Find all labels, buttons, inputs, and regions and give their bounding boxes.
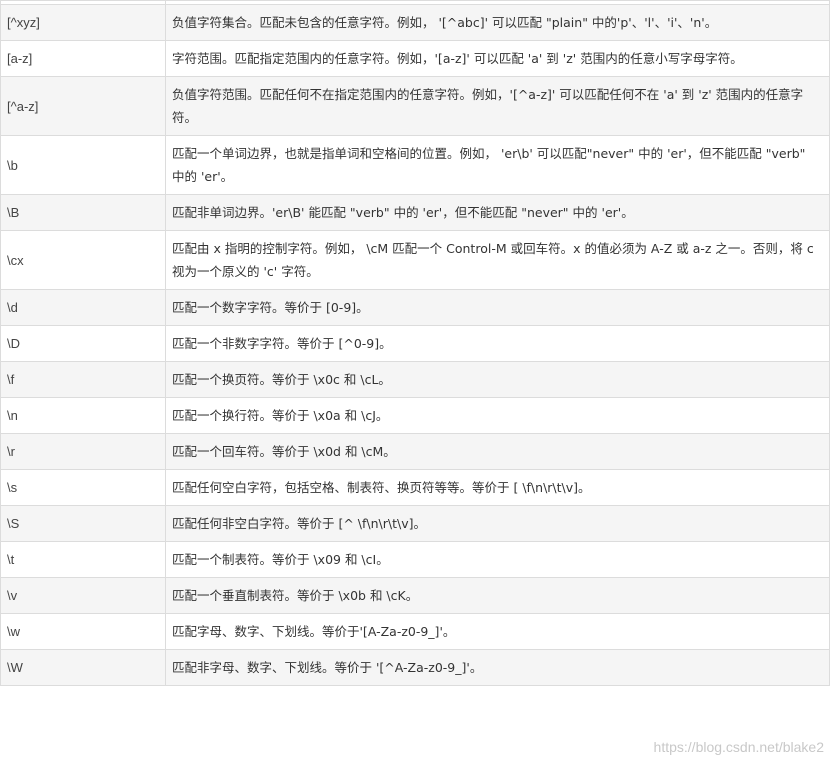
regex-desc-cell: 匹配非字母、数字、下划线。等价于 '[^A-Za-z0-9_]'。 xyxy=(165,649,830,686)
regex-desc-cell: 匹配一个制表符。等价于 \x09 和 \cI。 xyxy=(165,541,830,578)
regex-char-cell: \W xyxy=(0,649,166,686)
table-row: \S 匹配任何非空白字符。等价于 [^ \f\n\r\t\v]。 xyxy=(0,505,830,542)
table-row: \r 匹配一个回车符。等价于 \x0d 和 \cM。 xyxy=(0,433,830,470)
regex-desc-cell: 匹配一个换页符。等价于 \x0c 和 \cL。 xyxy=(165,361,830,398)
regex-reference-table: [^xyz] 负值字符集合。匹配未包含的任意字符。例如， '[^abc]' 可以… xyxy=(0,0,830,686)
regex-char-cell: \B xyxy=(0,194,166,231)
regex-char-cell: \n xyxy=(0,397,166,434)
regex-desc-cell: 匹配一个数字字符。等价于 [0-9]。 xyxy=(165,289,830,326)
regex-desc-cell: 匹配非单词边界。'er\B' 能匹配 "verb" 中的 'er'，但不能匹配 … xyxy=(165,194,830,231)
regex-desc-cell: 负值字符集合。匹配未包含的任意字符。例如， '[^abc]' 可以匹配 "pla… xyxy=(165,4,830,41)
regex-char-cell: \S xyxy=(0,505,166,542)
regex-desc-cell: 匹配任何非空白字符。等价于 [^ \f\n\r\t\v]。 xyxy=(165,505,830,542)
regex-desc-cell: 匹配字母、数字、下划线。等价于'[A-Za-z0-9_]'。 xyxy=(165,613,830,650)
table-row: \cx 匹配由 x 指明的控制字符。例如， \cM 匹配一个 Control-M… xyxy=(0,230,830,290)
regex-desc-cell: 负值字符范围。匹配任何不在指定范围内的任意字符。例如，'[^a-z]' 可以匹配… xyxy=(165,76,830,136)
regex-desc-cell: 匹配一个换行符。等价于 \x0a 和 \cJ。 xyxy=(165,397,830,434)
regex-char-cell: \f xyxy=(0,361,166,398)
regex-char-cell: [a-z] xyxy=(0,40,166,77)
regex-char-cell: \cx xyxy=(0,230,166,290)
table-row: \D 匹配一个非数字字符。等价于 [^0-9]。 xyxy=(0,325,830,362)
regex-char-cell: [^xyz] xyxy=(0,4,166,41)
regex-char-cell: \r xyxy=(0,433,166,470)
regex-char-cell: \D xyxy=(0,325,166,362)
table-row: \b 匹配一个单词边界，也就是指单词和空格间的位置。例如， 'er\b' 可以匹… xyxy=(0,135,830,195)
table-row: \n 匹配一个换行符。等价于 \x0a 和 \cJ。 xyxy=(0,397,830,434)
regex-desc-cell: 匹配由 x 指明的控制字符。例如， \cM 匹配一个 Control-M 或回车… xyxy=(165,230,830,290)
table-row: \w 匹配字母、数字、下划线。等价于'[A-Za-z0-9_]'。 xyxy=(0,613,830,650)
regex-char-cell: [^a-z] xyxy=(0,76,166,136)
table-row: \s 匹配任何空白字符，包括空格、制表符、换页符等等。等价于 [ \f\n\r\… xyxy=(0,469,830,506)
regex-desc-cell: 匹配一个非数字字符。等价于 [^0-9]。 xyxy=(165,325,830,362)
regex-desc-cell: 匹配一个垂直制表符。等价于 \x0b 和 \cK。 xyxy=(165,577,830,614)
table-row: \f 匹配一个换页符。等价于 \x0c 和 \cL。 xyxy=(0,361,830,398)
regex-char-cell: \d xyxy=(0,289,166,326)
regex-char-cell: \v xyxy=(0,577,166,614)
table-row: \d 匹配一个数字字符。等价于 [0-9]。 xyxy=(0,289,830,326)
table-row: \t 匹配一个制表符。等价于 \x09 和 \cI。 xyxy=(0,541,830,578)
regex-desc-cell: 匹配任何空白字符，包括空格、制表符、换页符等等。等价于 [ \f\n\r\t\v… xyxy=(165,469,830,506)
table-row: \v 匹配一个垂直制表符。等价于 \x0b 和 \cK。 xyxy=(0,577,830,614)
table-row: [^xyz] 负值字符集合。匹配未包含的任意字符。例如， '[^abc]' 可以… xyxy=(0,4,830,41)
regex-char-cell: \b xyxy=(0,135,166,195)
table-row: [a-z] 字符范围。匹配指定范围内的任意字符。例如，'[a-z]' 可以匹配 … xyxy=(0,40,830,77)
regex-char-cell: \s xyxy=(0,469,166,506)
table-row: \B 匹配非单词边界。'er\B' 能匹配 "verb" 中的 'er'，但不能… xyxy=(0,194,830,231)
regex-desc-cell: 字符范围。匹配指定范围内的任意字符。例如，'[a-z]' 可以匹配 'a' 到 … xyxy=(165,40,830,77)
watermark-text: https://blog.csdn.net/blake2 xyxy=(653,739,824,755)
regex-desc-cell: 匹配一个单词边界，也就是指单词和空格间的位置。例如， 'er\b' 可以匹配"n… xyxy=(165,135,830,195)
regex-desc-cell: 匹配一个回车符。等价于 \x0d 和 \cM。 xyxy=(165,433,830,470)
regex-char-cell: \w xyxy=(0,613,166,650)
table-row: [^a-z] 负值字符范围。匹配任何不在指定范围内的任意字符。例如，'[^a-z… xyxy=(0,76,830,136)
table-row: \W 匹配非字母、数字、下划线。等价于 '[^A-Za-z0-9_]'。 xyxy=(0,649,830,686)
regex-char-cell: \t xyxy=(0,541,166,578)
regex-table-body: [^xyz] 负值字符集合。匹配未包含的任意字符。例如， '[^abc]' 可以… xyxy=(0,0,830,686)
